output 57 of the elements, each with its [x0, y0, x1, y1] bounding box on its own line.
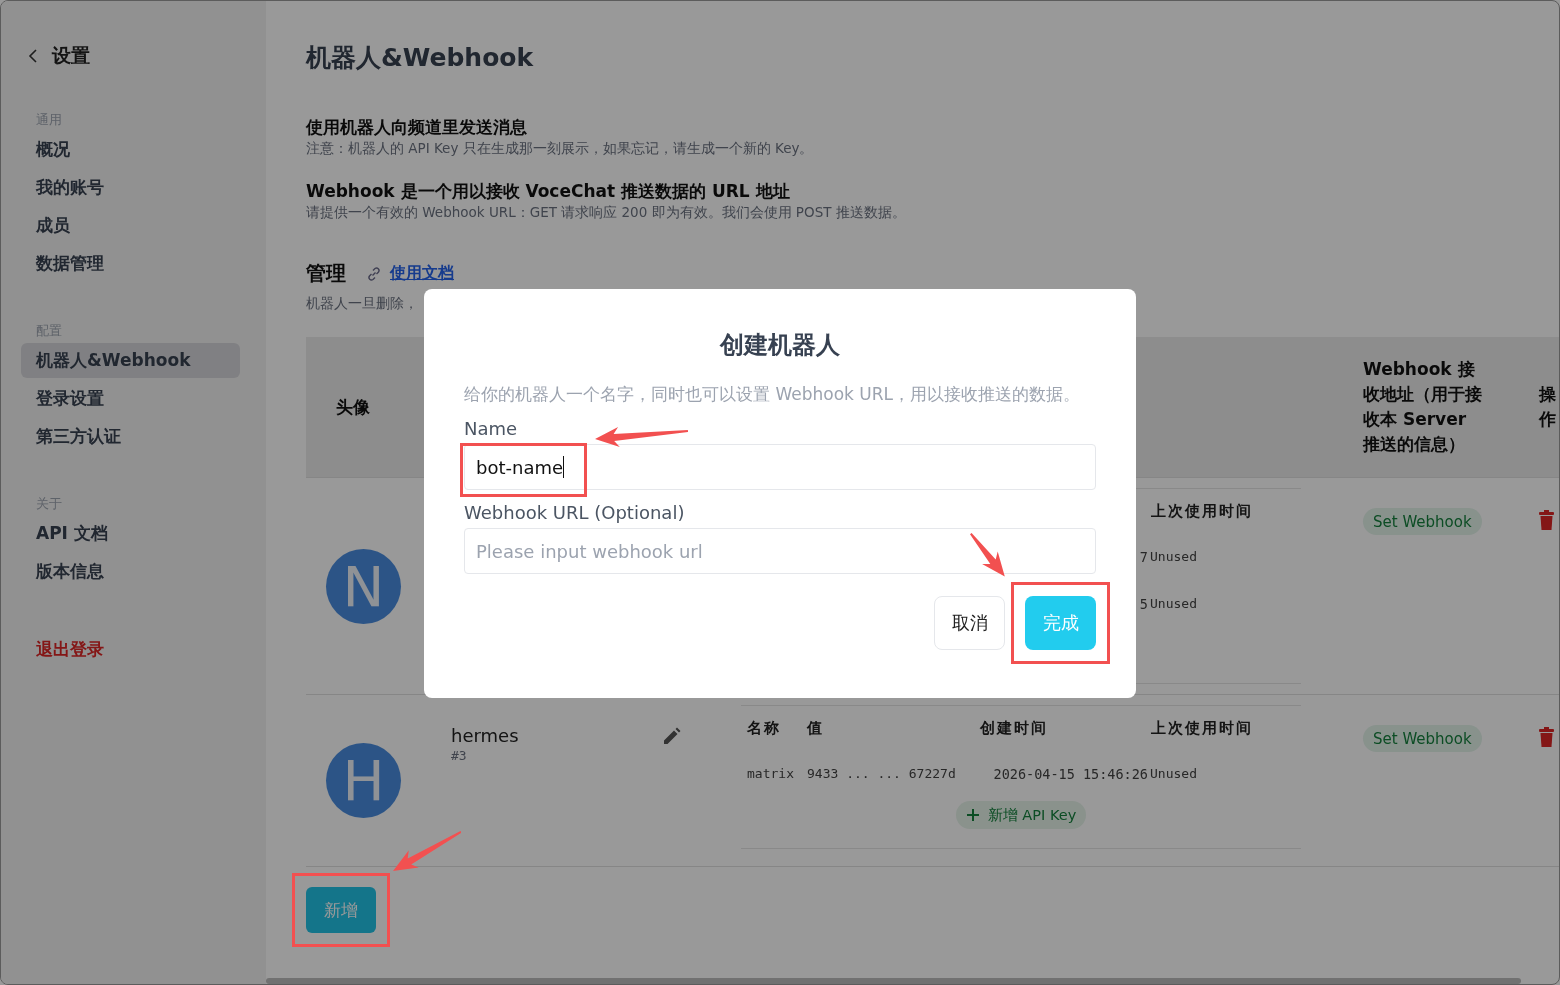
- set-webhook-button[interactable]: Set Webhook: [1363, 508, 1482, 535]
- sidebar-item[interactable]: 机器人&Webhook: [21, 343, 240, 378]
- field-label: Webhook URL (Optional): [464, 502, 685, 524]
- column-header: 上次使用时间: [1151, 501, 1254, 521]
- table-cell-text: 2026-04-15 15:46:26: [992, 765, 1149, 782]
- column-header: 名称: [746, 718, 782, 738]
- input-field[interactable]: Please input webhook url: [464, 528, 1096, 574]
- sidebar-item[interactable]: 第三方认证: [21, 419, 240, 454]
- bot-name: hermes: [451, 725, 519, 746]
- section-description: 请提供一个有效的 Webhook URL：GET 请求响应 200 即为有效。我们会使用 POST 推送数据。: [306, 203, 907, 222]
- column-header: 上次使用时间: [1151, 718, 1254, 738]
- settings-title: 设置: [52, 43, 90, 68]
- scrollbar[interactable]: [266, 978, 1521, 984]
- sidebar-item[interactable]: 版本信息: [21, 554, 240, 589]
- avatar: N: [326, 548, 401, 624]
- pencil-icon: [661, 727, 681, 747]
- sidebar-item[interactable]: API 文档: [21, 516, 240, 551]
- trash-icon: [1539, 510, 1554, 530]
- table-cell-text: Unused: [1150, 549, 1198, 564]
- section-description: 机器人一旦删除，: [306, 294, 419, 313]
- dialog-description: 给你的机器人一个名字，同时也可以设置 Webhook URL，用以接收推送的数据。: [464, 383, 1082, 406]
- logout-link[interactable]: 退出登录: [21, 638, 240, 661]
- column-header: 值: [807, 718, 825, 738]
- set-webhook-button[interactable]: Set Webhook: [1363, 725, 1482, 752]
- section-description: 注意：机器人的 API Key 只在生成那一刻展示，如果忘记，请生成一个新的 Key。: [306, 139, 815, 158]
- sidebar-item[interactable]: 成员: [21, 208, 240, 243]
- arrow: [393, 831, 462, 871]
- avatar: H: [326, 743, 401, 818]
- table-cell-text: Unused: [1150, 766, 1198, 781]
- trash-icon: [1539, 727, 1554, 747]
- table-cell-text: 7: [1138, 548, 1149, 565]
- add-api-key-button[interactable]: 新增 API Key: [955, 801, 1087, 829]
- sidebar-item[interactable]: 数据管理: [21, 246, 240, 281]
- back-icon: [28, 49, 38, 63]
- sidebar-item[interactable]: 我的账号: [21, 170, 240, 205]
- section-title: Webhook 是一个用以接收 VoceChat 推送数据的 URL 地址: [306, 180, 791, 202]
- table-cell-text: Unused: [1150, 596, 1198, 611]
- table-cell-text: matrix: [746, 766, 795, 781]
- cancel-button[interactable]: 取消: [934, 596, 1005, 650]
- section-title: 管理: [306, 260, 346, 287]
- section-title: 使用机器人向频道里发送消息: [306, 116, 528, 138]
- input-field[interactable]: bot-name: [464, 444, 1096, 490]
- link-icon: [366, 265, 382, 282]
- arrow: [970, 533, 1005, 577]
- field-label: Name: [464, 418, 518, 440]
- dialog-title: 创建机器人: [718, 330, 841, 361]
- column-header: 操作: [1539, 383, 1557, 431]
- column-header: Webhook 接收地址（用于接收本 Server 推送的信息）: [1363, 358, 1483, 456]
- page-title: 机器人&Webhook: [306, 42, 535, 74]
- column-header: 创建时间: [979, 718, 1049, 738]
- table-cell-text: 9433 ... ... 67227d: [807, 766, 957, 781]
- column-header: 头像: [335, 395, 371, 419]
- table-cell-text: 5: [1138, 595, 1149, 612]
- plus-icon: [965, 808, 980, 822]
- sidebar-item[interactable]: 概况: [21, 132, 240, 167]
- sidebar-item[interactable]: 登录设置: [21, 381, 240, 416]
- bot-id: #3: [451, 748, 468, 763]
